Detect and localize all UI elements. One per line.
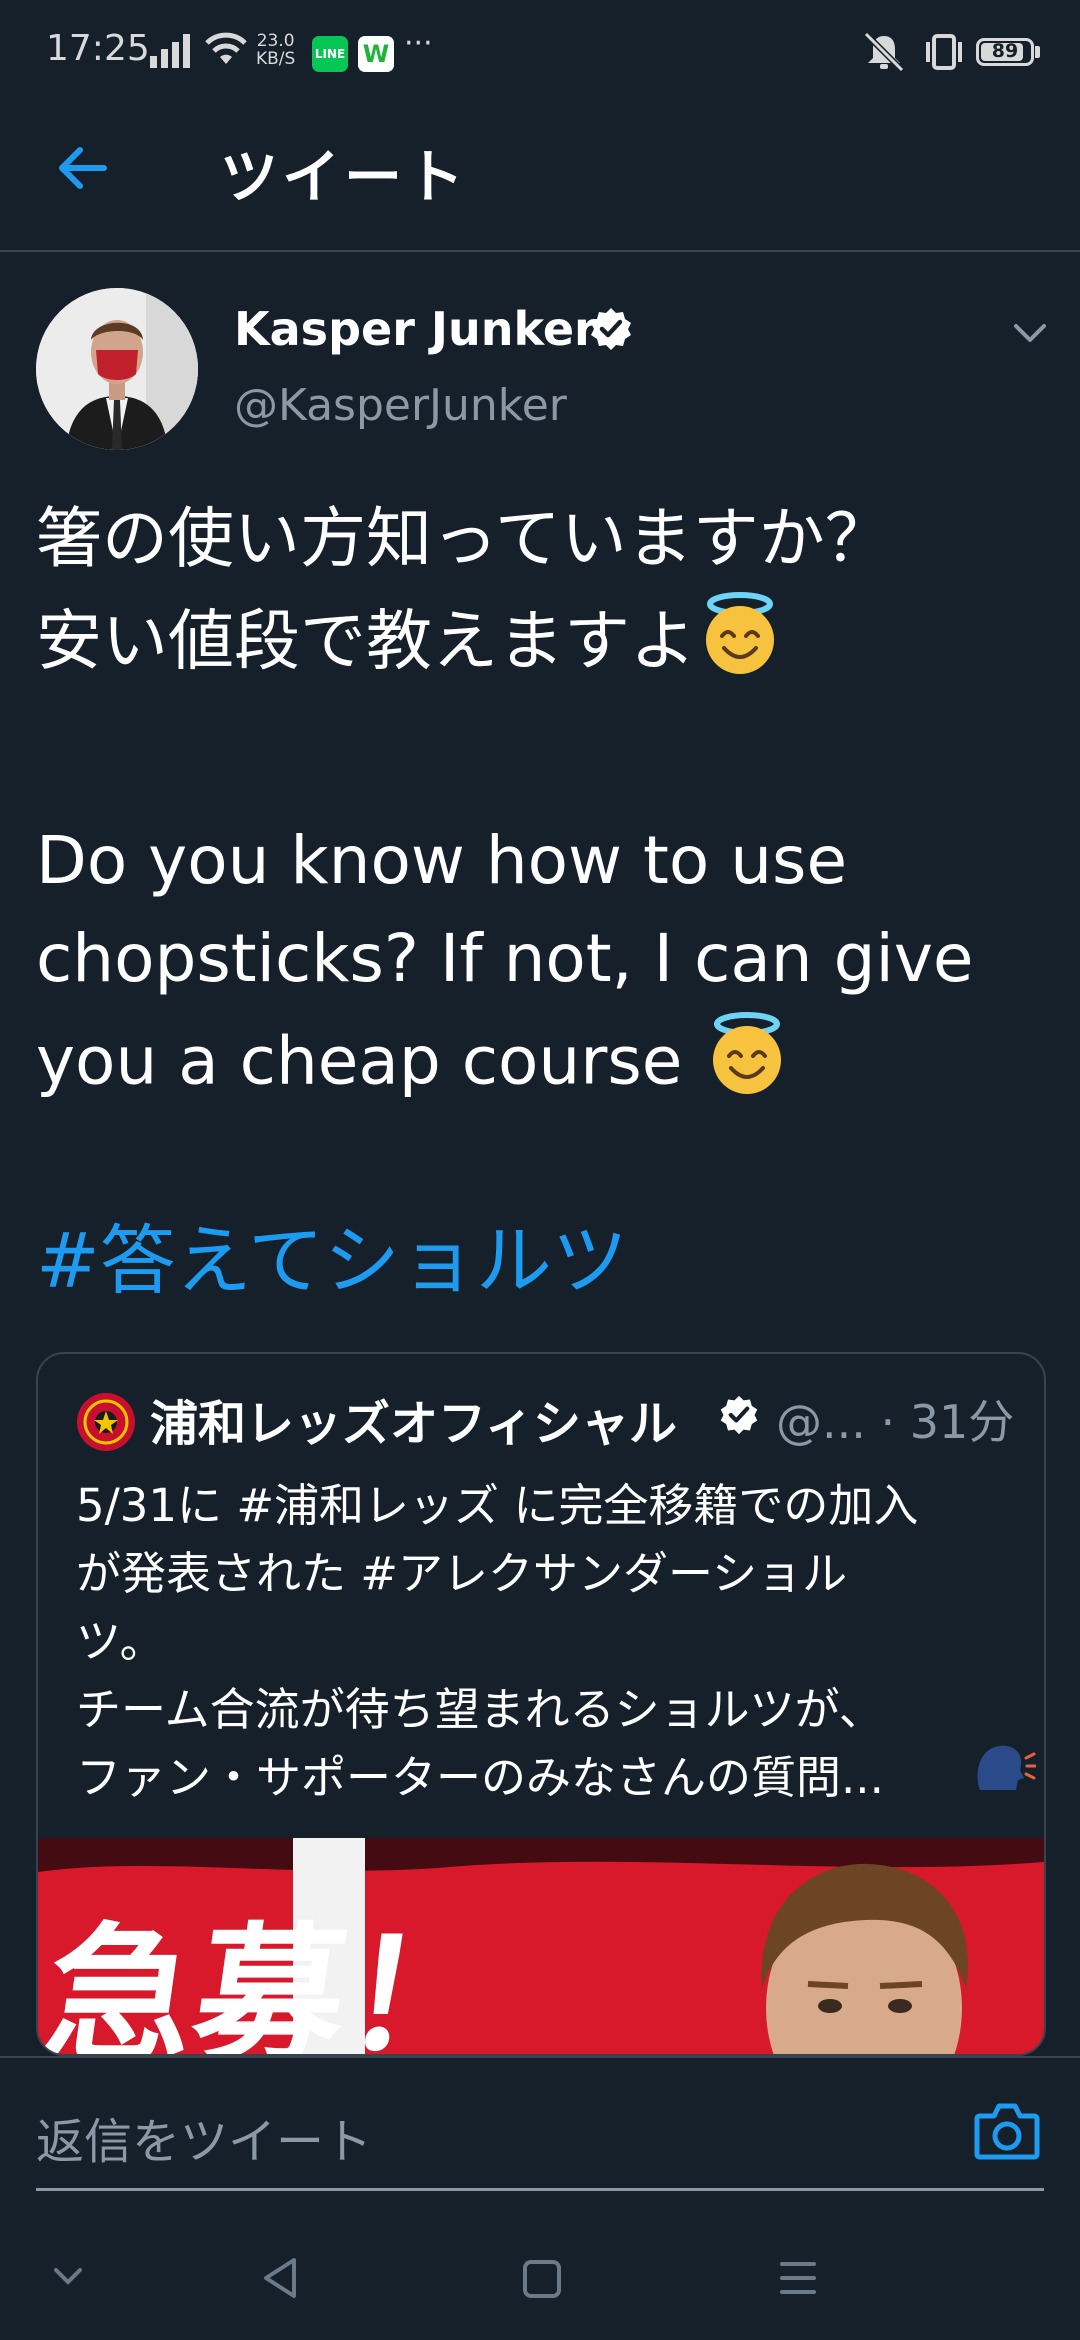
nav-home-icon[interactable] — [520, 2254, 564, 2306]
avatar-photo — [36, 288, 198, 450]
header — [0, 110, 1080, 252]
tweet-text-jp-line2: 安い値段で教えますよ — [36, 588, 1046, 703]
page-title: ツイート — [220, 143, 469, 211]
avatar[interactable] — [36, 288, 198, 450]
tweet-text-en-line3-text: you a cheap course — [36, 1022, 704, 1100]
author-handle[interactable]: @KasperJunker — [234, 380, 567, 431]
author-name[interactable]: Kasper Junker — [234, 302, 597, 356]
nav-menu-icon[interactable] — [776, 2254, 820, 2306]
back-arrow-icon — [59, 147, 107, 189]
chevron-down-icon[interactable] — [1010, 318, 1050, 350]
halo-emoji-icon — [696, 588, 784, 703]
more-notifications-icon: ··· — [404, 26, 433, 61]
reply-input-underline — [36, 2188, 1044, 2191]
tweet-text-jp-line1: 箸の使い方知っていますか？ — [36, 500, 891, 577]
camera-icon[interactable] — [974, 2100, 1040, 2166]
tweet-text-jp-line2-text: 安い値段で教えますよ — [36, 602, 696, 680]
tweet-text-en-line3: you a cheap course — [36, 1008, 1046, 1123]
nav-collapse-icon[interactable] — [50, 2264, 86, 2292]
network-speed: 23.0 KB/S — [256, 31, 296, 69]
verified-badge-icon — [588, 306, 634, 356]
nav-back-icon[interactable] — [258, 2254, 302, 2306]
signal-icon — [150, 34, 194, 72]
tweet-text-en-line2: chopsticks? If not, I can give — [36, 920, 974, 997]
line-app-icon: LINE — [312, 36, 348, 72]
battery-icon: 89 — [976, 38, 1034, 66]
quoted-image-text: 急募！ — [38, 1909, 508, 2054]
mute-icon — [862, 31, 906, 76]
status-bar: 17:25 23.0 KB/S LINE W ··· 89 — [0, 0, 1080, 110]
speaking-head-icon — [972, 1740, 1037, 1800]
back-button[interactable] — [52, 136, 116, 200]
wifi-icon — [204, 30, 248, 70]
status-time: 17:25 — [46, 28, 150, 69]
battery-tip — [1035, 46, 1040, 58]
w-app-icon: W — [358, 36, 394, 72]
battery-percent: 89 — [991, 40, 1019, 62]
verified-badge-icon — [718, 1394, 760, 1440]
tweet-text-en-line1: Do you know how to use — [36, 822, 848, 899]
club-logo-icon — [76, 1392, 136, 1452]
vibrate-icon — [922, 32, 966, 76]
halo-emoji-icon — [703, 1008, 791, 1123]
quoted-tweet[interactable]: 浦和レッズオフィシャル @... · 31分 5/31に #浦和レッズ に完全移… — [36, 1352, 1046, 2056]
quoted-text: 5/31に #浦和レッズ に完全移籍での加入 が発表された #アレクサンダーショ… — [76, 1479, 919, 1804]
quoted-meta: @... · 31分 — [776, 1395, 1015, 1449]
reply-input[interactable]: 返信をツイート — [36, 2102, 372, 2172]
hashtag-link[interactable]: #答えてショルツ — [36, 1212, 1046, 1310]
quoted-author-name: 浦和レッズオフィシャル — [150, 1396, 678, 1452]
quoted-media-image[interactable]: 急募！ — [38, 1838, 1044, 2054]
